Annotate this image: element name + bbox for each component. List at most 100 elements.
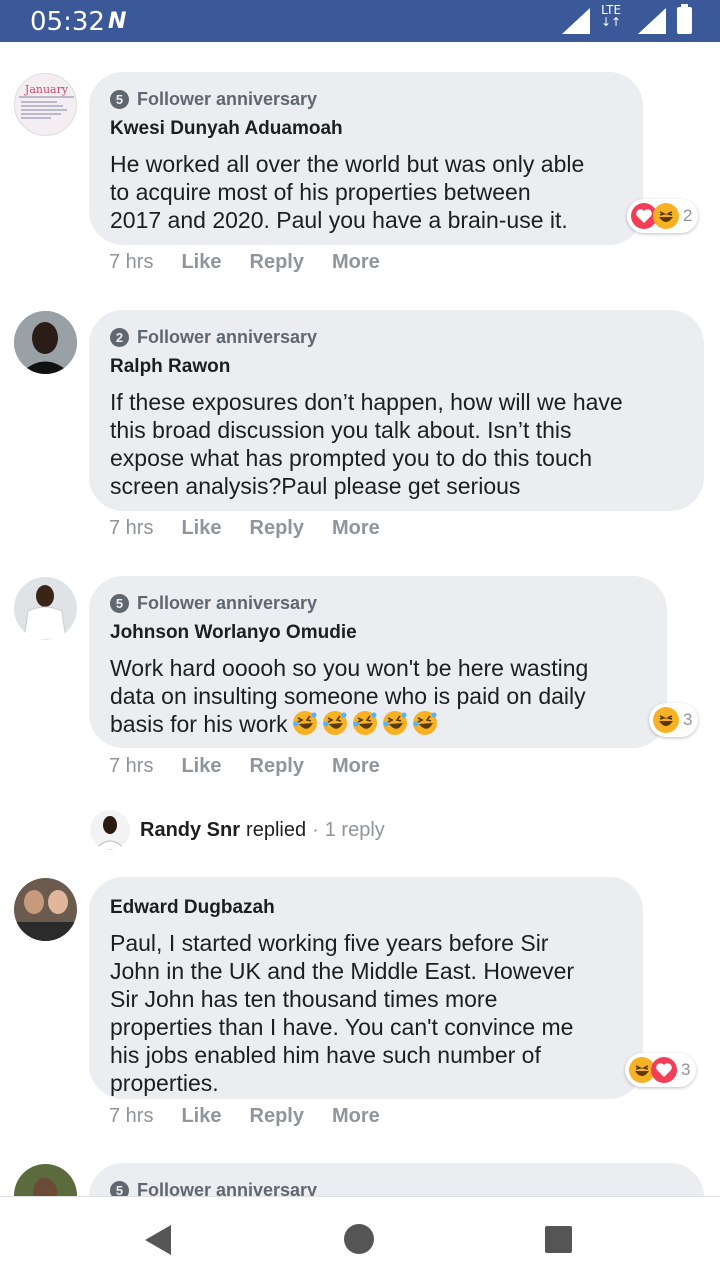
comment-time[interactable]: 7 hrs <box>109 517 153 540</box>
comments-feed[interactable]: January 5 Follower anniversary Kwesi Dun… <box>0 42 720 1196</box>
reaction-summary[interactable]: 3 <box>625 1053 697 1087</box>
reply-button[interactable]: Reply <box>250 755 304 778</box>
comment-line: Work hard ooooh so you won't be here was… <box>110 655 589 681</box>
reply-separator: · <box>312 818 319 841</box>
avatar-caption: January <box>24 83 69 96</box>
badge-label: Follower anniversary <box>137 326 318 347</box>
signal-icon <box>638 8 666 34</box>
comment-actions: 7 hrs Like Reply More <box>109 251 408 274</box>
comment-time[interactable]: 7 hrs <box>109 1105 153 1128</box>
reply-count: 1 reply <box>324 818 385 841</box>
recents-icon[interactable] <box>545 1226 572 1253</box>
comment-actions: 7 hrs Like Reply More <box>109 1105 408 1128</box>
signal-icon <box>562 8 590 34</box>
comment-author[interactable]: Ralph Rawon <box>110 355 684 379</box>
comment-line: He worked all over the world but was onl… <box>110 151 585 177</box>
comment-line: screen analysis?Paul please get serious <box>110 473 521 499</box>
comment-text: Paul, I started working five years befor… <box>110 929 623 1097</box>
reply-author: Randy Snr <box>140 818 241 841</box>
lte-icon: LTE ↓↑ <box>601 3 622 29</box>
more-button[interactable]: More <box>332 755 380 778</box>
group-photo-avatar <box>14 878 77 941</box>
comment-bubble[interactable]: Edward Dugbazah Paul, I started working … <box>89 877 643 1099</box>
comment-text: He worked all over the world but was onl… <box>110 150 623 234</box>
rolling-laughing-emoji <box>412 711 437 735</box>
like-button[interactable]: Like <box>181 1105 221 1128</box>
rolling-laughing-emoji <box>382 711 407 735</box>
comment-line: to acquire most of his properties betwee… <box>110 179 531 205</box>
like-button[interactable]: Like <box>181 251 221 274</box>
man-outdoor-avatar <box>14 1164 77 1196</box>
comment-line: If these exposures don’t happen, how wil… <box>110 389 623 415</box>
man-portrait-avatar <box>14 311 77 374</box>
comment-line: basis for his work <box>110 711 288 737</box>
like-button[interactable]: Like <box>181 755 221 778</box>
rolling-laughing-emoji <box>352 711 377 735</box>
comment-actions: 7 hrs Like Reply More <box>109 755 408 778</box>
avatar[interactable] <box>14 577 77 640</box>
haha-reaction-icon <box>653 707 679 733</box>
haha-reaction-icon <box>653 203 679 229</box>
follower-anniversary-badge: 5 Follower anniversary <box>110 592 647 614</box>
more-button[interactable]: More <box>332 251 380 274</box>
avatar[interactable] <box>14 1164 77 1196</box>
comment-bubble[interactable]: 5 Follower anniversary <box>89 1163 704 1196</box>
avatar <box>90 810 130 850</box>
comment-line: properties. <box>110 1070 219 1096</box>
badge-label: Follower anniversary <box>137 592 318 613</box>
reaction-count: 2 <box>683 206 693 225</box>
system-nav-bar <box>0 1196 720 1280</box>
more-button[interactable]: More <box>332 517 380 540</box>
anniversary-number-icon: 5 <box>110 593 129 613</box>
view-replies-link[interactable]: Randy Snr replied · 1 reply <box>90 810 385 850</box>
reaction-count: 3 <box>683 710 693 729</box>
comment-text: If these exposures don’t happen, how wil… <box>110 388 684 500</box>
comment-line: expose what has prompted you to do this … <box>110 445 593 471</box>
comment-line: properties than I have. You can't convin… <box>110 1014 574 1040</box>
anniversary-number-icon: 5 <box>110 1180 129 1196</box>
battery-icon <box>677 4 692 34</box>
comment-author[interactable]: Kwesi Dunyah Aduamoah <box>110 117 623 141</box>
reply-author-avatar <box>90 810 130 850</box>
comment-line: this broad discussion you talk about. Is… <box>110 417 572 443</box>
reaction-summary[interactable]: 3 <box>649 703 699 737</box>
comment-bubble[interactable]: 5 Follower anniversary Johnson Worlanyo … <box>89 576 667 748</box>
avatar[interactable] <box>14 311 77 374</box>
status-time: 05:32 <box>30 7 105 37</box>
avatar[interactable]: January <box>14 73 77 136</box>
status-bar: 05:32 N LTE ↓↑ <box>0 0 720 42</box>
reaction-count: 3 <box>681 1060 691 1079</box>
follower-anniversary-badge: 2 Follower anniversary <box>110 326 684 348</box>
anniversary-number-icon: 2 <box>110 327 129 347</box>
comment-time[interactable]: 7 hrs <box>109 755 153 778</box>
comment-bubble[interactable]: 2 Follower anniversary Ralph Rawon If th… <box>89 310 704 511</box>
badge-label: Follower anniversary <box>137 88 318 109</box>
more-button[interactable]: More <box>332 1105 380 1128</box>
comment-line: 2017 and 2020. Paul you have a brain-use… <box>110 207 568 233</box>
rolling-laughing-emoji <box>322 711 347 735</box>
comment-line: Paul, I started working five years befor… <box>110 930 549 956</box>
heart-reaction-icon <box>651 1057 677 1083</box>
reply-button[interactable]: Reply <box>250 517 304 540</box>
comment-line: John in the UK and the Middle East. Howe… <box>110 958 575 984</box>
back-icon[interactable] <box>145 1225 173 1255</box>
comment-text: Work hard ooooh so you won't be here was… <box>110 654 647 738</box>
reaction-summary[interactable]: 2 <box>627 199 699 233</box>
badge-label: Follower anniversary <box>137 1179 318 1197</box>
emoji-row <box>288 711 438 737</box>
comment-actions: 7 hrs Like Reply More <box>109 517 408 540</box>
home-icon[interactable] <box>343 1223 375 1255</box>
comment-author[interactable]: Johnson Worlanyo Omudie <box>110 621 647 645</box>
reply-button[interactable]: Reply <box>250 251 304 274</box>
follower-anniversary-badge: 5 Follower anniversary <box>110 1179 684 1196</box>
reply-verb: replied <box>246 818 307 841</box>
reply-button[interactable]: Reply <box>250 1105 304 1128</box>
anniversary-number-icon: 5 <box>110 89 129 109</box>
comment-line: data on insulting someone who is paid on… <box>110 683 586 709</box>
avatar[interactable] <box>14 878 77 941</box>
like-button[interactable]: Like <box>181 517 221 540</box>
comment-author[interactable]: Edward Dugbazah <box>110 896 623 920</box>
comment-line: his jobs enabled him have such number of <box>110 1042 541 1068</box>
comment-time[interactable]: 7 hrs <box>109 251 153 274</box>
comment-bubble[interactable]: 5 Follower anniversary Kwesi Dunyah Adua… <box>89 72 643 245</box>
